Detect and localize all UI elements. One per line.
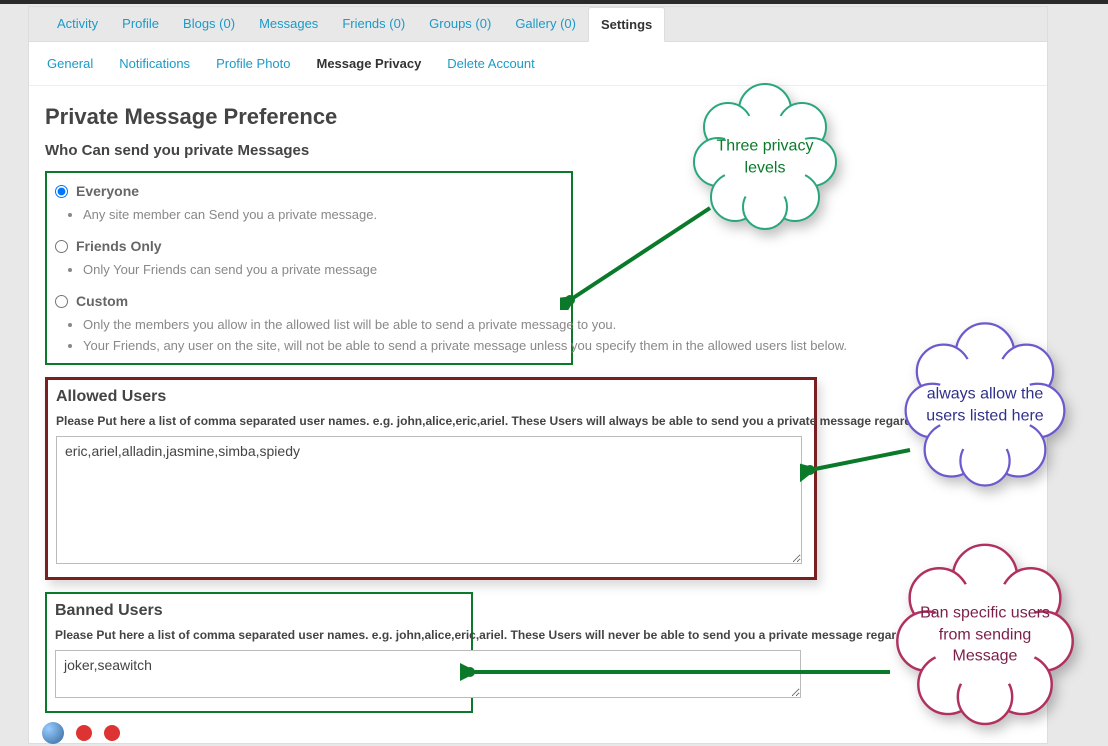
allowed-users-textarea[interactable]	[56, 436, 802, 564]
banned-users-textarea[interactable]	[55, 650, 801, 698]
allowed-users-box: Allowed Users Please Put here a list of …	[45, 377, 817, 580]
radio-everyone[interactable]	[55, 185, 68, 198]
desc-custom-2: Your Friends, any user on the site, will…	[83, 338, 1013, 353]
subtab-message-privacy[interactable]: Message Privacy	[317, 52, 422, 75]
subtab-delete-account[interactable]: Delete Account	[447, 52, 534, 75]
red-dot-icon-2	[104, 725, 120, 741]
profile-tabs: Activity Profile Blogs (0) Messages Frie…	[29, 7, 1047, 42]
desc-custom-1: Only the members you allow in the allowe…	[83, 317, 1013, 332]
radio-friends[interactable]	[55, 240, 68, 253]
option-custom: Custom Only the members you allow in the…	[55, 293, 563, 353]
option-friends: Friends Only Only Your Friends can send …	[55, 238, 563, 277]
page-title: Private Message Preference	[45, 104, 1031, 130]
desc-everyone: Any site member can Send you a private m…	[83, 207, 563, 222]
subtab-notifications[interactable]: Notifications	[119, 52, 190, 75]
banned-users-help: Please Put here a list of comma separate…	[55, 628, 463, 642]
label-everyone: Everyone	[76, 183, 139, 199]
desc-friends: Only Your Friends can send you a private…	[83, 262, 563, 277]
tab-gallery[interactable]: Gallery (0)	[503, 7, 588, 41]
tab-profile[interactable]: Profile	[110, 7, 171, 41]
window-topbar	[0, 0, 1108, 4]
tab-blogs[interactable]: Blogs (0)	[171, 7, 247, 41]
settings-inner: Private Message Preference Who Can send …	[29, 86, 1047, 743]
tab-messages[interactable]: Messages	[247, 7, 330, 41]
banned-users-box: Banned Users Please Put here a list of c…	[45, 592, 473, 713]
page-subtitle: Who Can send you private Messages	[45, 142, 1031, 159]
label-friends: Friends Only	[76, 238, 162, 254]
subtab-general[interactable]: General	[47, 52, 93, 75]
label-custom: Custom	[76, 293, 128, 309]
option-everyone: Everyone Any site member can Send you a …	[55, 183, 563, 222]
settings-subtabs: General Notifications Profile Photo Mess…	[29, 42, 1047, 86]
allowed-users-title: Allowed Users	[56, 388, 806, 406]
content-wrap: Activity Profile Blogs (0) Messages Frie…	[28, 6, 1048, 744]
banned-users-title: Banned Users	[55, 602, 463, 620]
tab-activity[interactable]: Activity	[45, 7, 110, 41]
page-root: Activity Profile Blogs (0) Messages Frie…	[0, 0, 1108, 746]
tab-settings[interactable]: Settings	[588, 7, 665, 42]
red-dot-icon	[76, 725, 92, 741]
tab-groups[interactable]: Groups (0)	[417, 7, 503, 41]
privacy-levels-box: Everyone Any site member can Send you a …	[45, 171, 573, 365]
globe-icon	[42, 722, 64, 744]
tab-friends[interactable]: Friends (0)	[330, 7, 417, 41]
footer-icons	[42, 722, 120, 744]
radio-custom[interactable]	[55, 295, 68, 308]
subtab-profile-photo[interactable]: Profile Photo	[216, 52, 290, 75]
allowed-users-help: Please Put here a list of comma separate…	[56, 414, 806, 428]
